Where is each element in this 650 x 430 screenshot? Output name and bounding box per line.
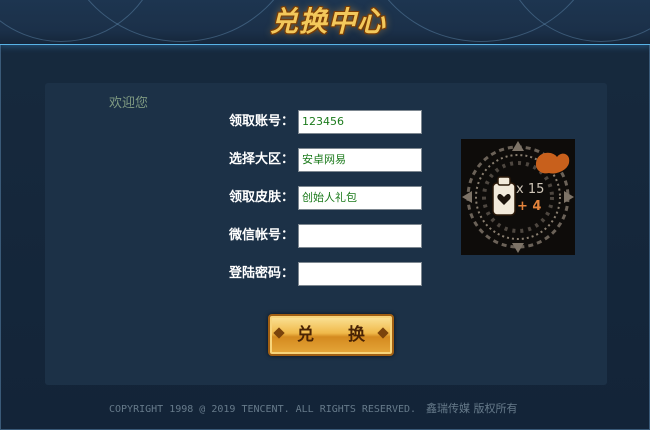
region-input[interactable]	[298, 148, 422, 172]
wechat-label: 微信帐号：	[228, 228, 294, 243]
item-bonus: + 4	[517, 199, 542, 214]
wechat-input[interactable]	[298, 224, 422, 248]
account-label: 领取账号：	[228, 114, 294, 129]
exchange-button[interactable]: 兑 换	[268, 314, 394, 356]
exchange-button-label: 兑 换	[297, 325, 379, 345]
welcome-text: 欢迎您	[109, 96, 149, 111]
skin-label: 领取皮肤：	[228, 190, 294, 205]
password-label: 登陆密码：	[228, 266, 294, 281]
item-count: x 15	[516, 182, 545, 197]
footer: COPYRIGHT 1998 @ 2019 TENCENT. ALL RIGHT…	[109, 400, 518, 416]
skin-input[interactable]	[298, 186, 422, 210]
copyright-text: COPYRIGHT 1998 @ 2019 TENCENT. ALL RIGHT…	[109, 404, 417, 415]
page-title: 兑换中心	[269, 5, 386, 38]
region-label: 选择大区：	[228, 152, 294, 167]
password-input[interactable]	[298, 262, 422, 286]
account-input[interactable]	[298, 110, 422, 134]
header-bar: 兑换中心	[0, 0, 650, 45]
gift-pack-icon	[462, 141, 574, 253]
accent-shape	[535, 152, 570, 174]
company-text: 鑫瑞传媒 版权所有	[426, 402, 518, 415]
item-preview: x 15 + 4	[461, 139, 575, 255]
